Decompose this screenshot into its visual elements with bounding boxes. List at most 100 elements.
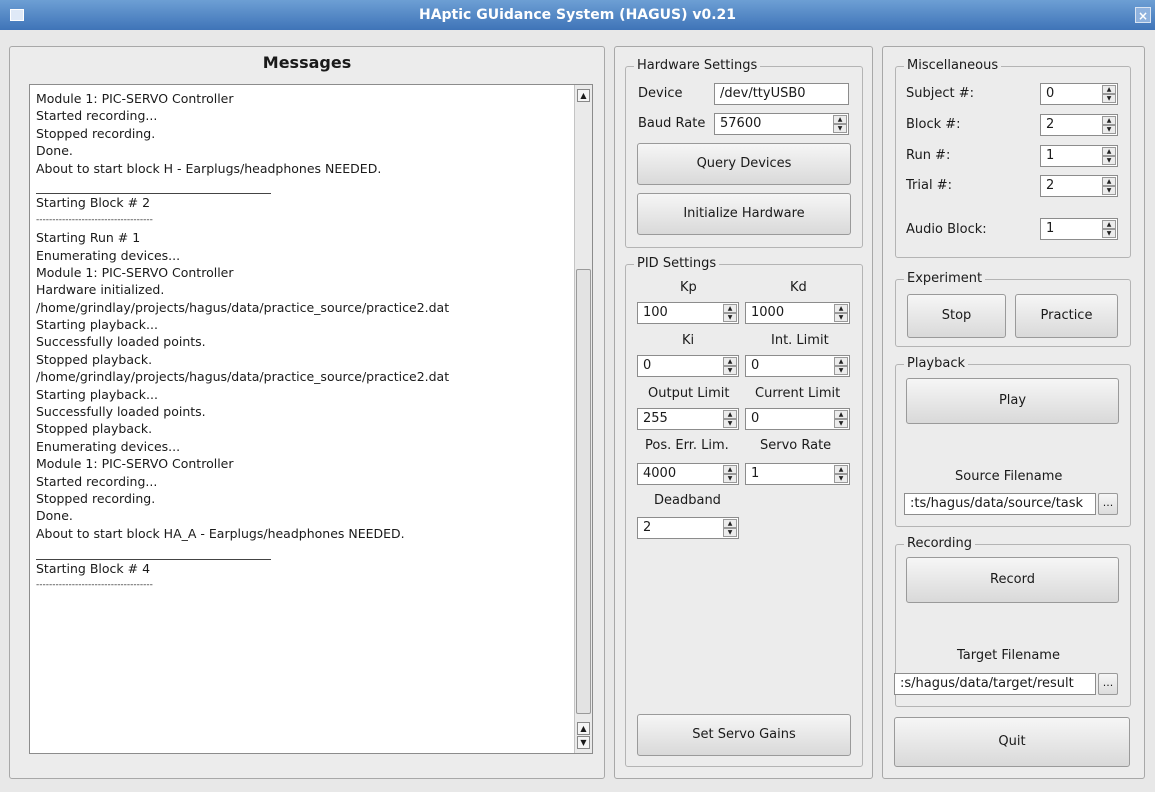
hardware-settings-title: Hardware Settings [634,58,761,73]
scroll-down-arrow-icon[interactable]: ▼ [577,736,590,749]
baud-rate-value: 57600 [720,116,762,131]
message-log-scrollbar[interactable]: ▲ ▲ ▼ [574,85,592,753]
spin-up-icon[interactable]: ▲ [723,357,737,366]
log-line: Started recording... [36,108,158,124]
spin-down-icon[interactable]: ▼ [834,313,848,322]
spin-up-icon[interactable]: ▲ [723,465,737,474]
spin-up-icon[interactable]: ▲ [1102,177,1116,186]
spin-up-icon[interactable]: ▲ [1102,147,1116,156]
pos-err-limit-spinbox[interactable]: 4000 ▲ ▼ [637,463,739,485]
miscellaneous-title: Miscellaneous [904,58,1002,73]
spin-down-icon[interactable]: ▼ [723,419,737,428]
window-menu-icon[interactable] [10,9,24,21]
log-line: /home/grindlay/projects/hagus/data/pract… [36,369,450,385]
baud-rate-label: Baud Rate [638,116,706,131]
spin-down-icon[interactable]: ▼ [834,419,848,428]
spin-up-icon[interactable]: ▲ [834,465,848,474]
spin-down-icon[interactable]: ▼ [1102,186,1116,195]
spin-down-icon[interactable]: ▼ [834,474,848,483]
trial-value: 2 [1046,178,1055,193]
output-limit-label: Output Limit [648,386,730,401]
log-line: About to start block H - Earplugs/headph… [36,160,382,176]
spin-up-icon[interactable]: ▲ [723,519,737,528]
ki-spinbox[interactable]: 0 ▲ ▼ [637,355,739,377]
kd-label: Kd [790,280,807,295]
spin-down-icon[interactable]: ▼ [723,528,737,537]
scroll-up-arrow-icon[interactable]: ▲ [577,722,590,735]
record-button[interactable]: Record [906,557,1119,603]
device-field[interactable]: /dev/ttyUSB0 [714,83,849,105]
audio-block-spinbox[interactable]: 1 ▲ ▼ [1040,218,1118,240]
spin-up-icon[interactable]: ▲ [1102,85,1116,94]
kp-spinbox[interactable]: 100 ▲ ▼ [637,302,739,324]
subject-spinbox[interactable]: 0 ▲ ▼ [1040,83,1118,105]
scrollbar-thumb[interactable] [576,269,591,714]
spin-down-icon[interactable]: ▼ [1102,94,1116,103]
log-line: ------------------------------------ [36,579,153,590]
baud-rate-spinbox[interactable]: 57600 ▲ ▼ [714,113,849,135]
current-limit-value: 0 [751,411,760,426]
spin-down-icon[interactable]: ▼ [723,313,737,322]
kp-value: 100 [643,305,668,320]
initialize-hardware-button[interactable]: Initialize Hardware [637,193,851,235]
scroll-up-arrow-icon[interactable]: ▲ [577,89,590,102]
target-browse-button[interactable]: ... [1098,673,1118,695]
stop-button[interactable]: Stop [907,294,1006,338]
log-line: Module 1: PIC-SERVO Controller [36,456,234,472]
log-line: About to start block HA_A - Earplugs/hea… [36,525,405,541]
block-value: 2 [1046,117,1055,132]
spin-down-icon[interactable]: ▼ [1102,156,1116,165]
source-browse-button[interactable]: ... [1098,493,1118,515]
spin-down-icon[interactable]: ▼ [1102,125,1116,134]
spin-down-icon[interactable]: ▼ [1102,229,1116,238]
set-servo-gains-button[interactable]: Set Servo Gains [637,714,851,756]
spin-up-icon[interactable]: ▲ [1102,116,1116,125]
title-bar: HAptic GUidance System (HAGUS) v0.21 × [0,0,1155,30]
servo-rate-value: 1 [751,466,760,481]
close-button[interactable]: × [1135,7,1151,23]
spin-up-icon[interactable]: ▲ [723,304,737,313]
spin-down-icon[interactable]: ▼ [834,366,848,375]
int-limit-value: 0 [751,358,760,373]
run-spinbox[interactable]: 1 ▲ ▼ [1040,145,1118,167]
log-line: Successfully loaded points. [36,334,206,350]
spin-down-icon[interactable]: ▼ [723,366,737,375]
recording-title: Recording [904,536,976,551]
audio-block-value: 1 [1046,221,1055,236]
output-limit-spinbox[interactable]: 255 ▲ ▼ [637,408,739,430]
log-line: Module 1: PIC-SERVO Controller [36,264,234,280]
current-limit-spinbox[interactable]: 0 ▲ ▼ [745,408,850,430]
trial-spinbox[interactable]: 2 ▲ ▼ [1040,175,1118,197]
block-spinbox[interactable]: 2 ▲ ▼ [1040,114,1118,136]
spin-up-icon[interactable]: ▲ [833,115,847,124]
spin-down-icon[interactable]: ▼ [833,124,847,133]
query-devices-button[interactable]: Query Devices [637,143,851,185]
spin-up-icon[interactable]: ▲ [834,410,848,419]
source-filename-field[interactable]: :ts/hagus/data/source/task [904,493,1096,515]
log-line: Starting Block # 4 [36,560,151,576]
log-line: ------------------------------------ [36,214,153,225]
spin-up-icon[interactable]: ▲ [834,304,848,313]
int-limit-spinbox[interactable]: 0 ▲ ▼ [745,355,850,377]
quit-button[interactable]: Quit [894,717,1130,767]
message-log[interactable]: Module 1: PIC-SERVO Controller Started re… [29,84,593,754]
deadband-spinbox[interactable]: 2 ▲ ▼ [637,517,739,539]
block-label: Block #: [906,117,961,132]
kd-value: 1000 [751,305,785,320]
target-filename-field[interactable]: :s/hagus/data/target/result [894,673,1096,695]
servo-rate-spinbox[interactable]: 1 ▲ ▼ [745,463,850,485]
spin-up-icon[interactable]: ▲ [834,357,848,366]
subject-label: Subject #: [906,86,975,101]
message-log-lines: Module 1: PIC-SERVO Controller Started re… [36,90,564,594]
deadband-value: 2 [643,520,652,535]
spin-up-icon[interactable]: ▲ [723,410,737,419]
spin-down-icon[interactable]: ▼ [723,474,737,483]
pos-err-limit-label: Pos. Err. Lim. [645,438,729,453]
spin-up-icon[interactable]: ▲ [1102,220,1116,229]
practice-button[interactable]: Practice [1015,294,1118,338]
kd-spinbox[interactable]: 1000 ▲ ▼ [745,302,850,324]
log-line: Stopped recording. [36,490,156,506]
log-line: Starting Run # 1 [36,230,141,246]
log-line [36,542,271,560]
play-button[interactable]: Play [906,378,1119,424]
